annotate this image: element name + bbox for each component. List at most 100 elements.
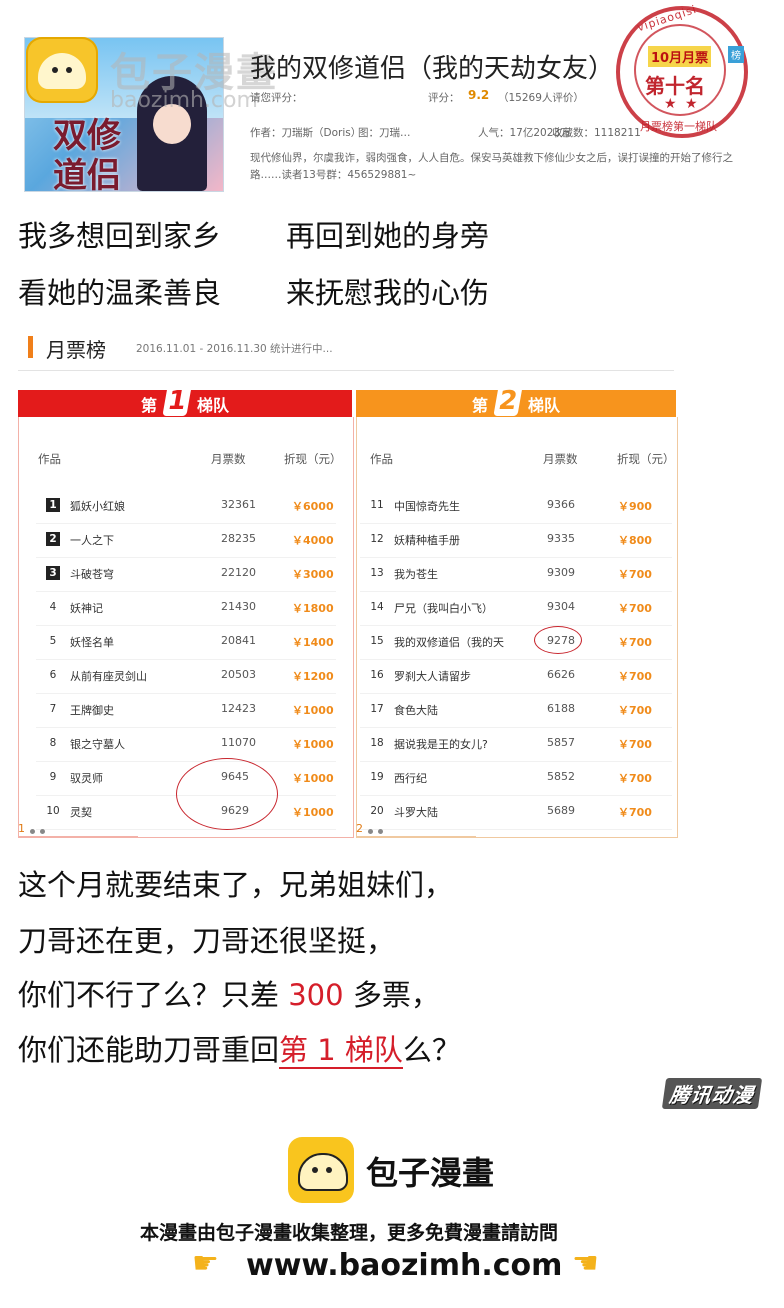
work-title-link[interactable]: 斗破苍穹 xyxy=(70,566,114,582)
tier1-col-work: 作品 xyxy=(38,452,61,466)
rank-number: 1 xyxy=(46,498,60,512)
cash-value: ￥6000 xyxy=(292,500,334,513)
vote-count: 20841 xyxy=(221,634,256,647)
table-row[interactable]: 18 据说我是王的女儿? 5857 ￥700 xyxy=(360,728,672,762)
lyric-line-2a: 看她的温柔善良 xyxy=(18,276,222,310)
baozi-logo-icon[interactable] xyxy=(288,1137,354,1203)
vote-count: 6188 xyxy=(547,702,575,715)
work-title-link[interactable]: 我为苍生 xyxy=(394,566,438,582)
work-title-link[interactable]: 妖怪名单 xyxy=(70,634,114,650)
table-row[interactable]: 4 妖神记 21430 ￥1800 xyxy=(36,592,336,626)
commentary-line-2: 刀哥还在更，刀哥还很坚挺， xyxy=(18,924,396,958)
work-title-link[interactable]: 斗罗大陆 xyxy=(394,804,438,820)
book-author[interactable]: 作者：刀瑞斯（Doris） xyxy=(250,125,361,140)
work-title-link[interactable]: 食色大陆 xyxy=(394,702,438,718)
footer-note: 本漫畫由包子漫畫收集整理，更多免費漫畫請訪問 xyxy=(140,1222,559,1244)
commentary-line-3-post: 多票， xyxy=(352,978,440,1012)
table-row[interactable]: 12 妖精种植手册 9335 ￥800 xyxy=(360,524,672,558)
ranking-accent-bar xyxy=(28,336,33,358)
vote-count: 11070 xyxy=(221,736,256,749)
tier1-col-votes: 月票数 xyxy=(211,452,246,466)
work-title-link[interactable]: 妖神记 xyxy=(70,600,103,616)
watermark-logo-icon xyxy=(26,37,98,103)
tier1-col-cash: 折现（元） xyxy=(284,452,342,466)
table-row[interactable]: 14 尸兄（我叫白小飞） 9304 ￥700 xyxy=(360,592,672,626)
table-row[interactable]: 19 西行纪 5852 ￥700 xyxy=(360,762,672,796)
work-title-link[interactable]: 中国惊奇先生 xyxy=(394,498,460,514)
cash-value: ￥700 xyxy=(618,602,652,615)
book-favorites: 收藏数：1118211 xyxy=(552,127,641,139)
work-title-link[interactable]: 西行纪 xyxy=(394,770,427,786)
tier1-page-number[interactable]: 1 xyxy=(18,822,25,835)
cash-value: ￥700 xyxy=(618,704,652,717)
tier2-col-work: 作品 xyxy=(370,452,393,466)
tier2-col-cash: 折现（元） xyxy=(617,452,675,466)
pointing-hand-left-icon: ☛ xyxy=(572,1246,599,1281)
cash-value: ￥700 xyxy=(618,670,652,683)
cash-value: ￥1000 xyxy=(292,738,334,751)
ranking-title: 月票榜 xyxy=(46,338,106,362)
rank-number: 9 xyxy=(49,771,57,783)
commentary-line-1: 这个月就要结束了，兄弟姐妹们， xyxy=(18,868,454,902)
cover-title: 双修道侣 xyxy=(53,116,121,192)
table-row[interactable]: 3 斗破苍穹 22120 ￥3000 xyxy=(36,558,336,592)
stamp-badge: 榜 xyxy=(728,46,744,63)
work-title-link[interactable]: 据说我是王的女儿? xyxy=(394,736,488,752)
tier2-page-number[interactable]: 2 xyxy=(356,822,363,835)
stamp-month: 10月月票 xyxy=(648,46,712,67)
tier1-header: 第 1 梯队 xyxy=(18,385,352,417)
tier1-page-dot-icon-2 xyxy=(40,829,45,834)
rank-number: 4 xyxy=(49,601,57,613)
cash-value: ￥700 xyxy=(618,772,652,785)
table-row[interactable]: 1 狐妖小红娘 32361 ￥6000 xyxy=(36,490,336,524)
vote-count: 9335 xyxy=(547,532,575,545)
rank-number: 8 xyxy=(49,737,57,749)
book-artist[interactable]: 图：刀瑞… xyxy=(358,125,411,140)
work-title-link[interactable]: 一人之下 xyxy=(70,532,114,548)
cash-value: ￥1000 xyxy=(292,704,334,717)
rank-number: 5 xyxy=(49,635,57,647)
footer-url-link[interactable]: www.baozimh.com xyxy=(246,1248,562,1283)
table-row[interactable]: 6 从前有座灵剑山 20503 ￥1200 xyxy=(36,660,336,694)
cash-value: ￥3000 xyxy=(292,568,334,581)
table-row[interactable]: 8 银之守墓人 11070 ￥1000 xyxy=(36,728,336,762)
table-row[interactable]: 11 中国惊奇先生 9366 ￥900 xyxy=(360,490,672,524)
work-title-link[interactable]: 尸兄（我叫白小飞） xyxy=(394,600,493,616)
work-title-link[interactable]: 从前有座灵剑山 xyxy=(70,668,147,684)
tier2-header: 第 2 梯队 xyxy=(356,385,676,417)
book-title[interactable]: 我的双修道侣（我的天劫女友） xyxy=(250,48,614,85)
table-row[interactable]: 15 我的双修道侣（我的天 9278 ￥700 xyxy=(360,626,672,660)
rating-label[interactable]: 请您评分： xyxy=(250,90,303,105)
work-title-link[interactable]: 灵契 xyxy=(70,804,92,820)
table-row[interactable]: 2 一人之下 28235 ￥4000 xyxy=(36,524,336,558)
rank-number: 3 xyxy=(46,566,60,580)
highlight-circle-tier2 xyxy=(534,626,582,654)
vote-count: 20503 xyxy=(221,668,256,681)
stamp-bottom-text: 月票榜第一梯队 xyxy=(640,120,717,133)
vote-count: 32361 xyxy=(221,498,256,511)
table-row[interactable]: 16 罗刹大人请留步 6626 ￥700 xyxy=(360,660,672,694)
work-title-link[interactable]: 我的双修道侣（我的天 xyxy=(394,634,504,650)
work-title-link[interactable]: 银之守墓人 xyxy=(70,736,125,752)
table-row[interactable]: 20 斗罗大陆 5689 ￥700 xyxy=(360,796,672,830)
tier2-footer-bar xyxy=(356,836,476,838)
ranking-period: 2016.11.01 - 2016.11.30 统计进行中... xyxy=(136,343,333,355)
table-row[interactable]: 5 妖怪名单 20841 ￥1400 xyxy=(36,626,336,660)
vote-count: 12423 xyxy=(221,702,256,715)
work-title-link[interactable]: 狐妖小红娘 xyxy=(70,498,125,514)
table-row[interactable]: 13 我为苍生 9309 ￥700 xyxy=(360,558,672,592)
footer-brand[interactable]: 包子漫畫 xyxy=(366,1148,494,1194)
vote-count: 5689 xyxy=(547,804,575,817)
work-title-link[interactable]: 驭灵师 xyxy=(70,770,103,786)
rank-number: 16 xyxy=(370,669,384,681)
table-row[interactable]: 7 王牌御史 12423 ￥1000 xyxy=(36,694,336,728)
table-row[interactable]: 17 食色大陆 6188 ￥700 xyxy=(360,694,672,728)
stamp-stars-icon: ★ ★ xyxy=(664,96,700,112)
vote-count: 9309 xyxy=(547,566,575,579)
commentary-line-4-pre: 你们还能助刀哥重回 xyxy=(18,1033,280,1067)
work-title-link[interactable]: 罗刹大人请留步 xyxy=(394,668,471,684)
commentary-vote-gap: 300 xyxy=(288,978,344,1012)
work-title-link[interactable]: 妖精种植手册 xyxy=(394,532,460,548)
commentary-tier-highlight: 第 1 梯队 xyxy=(279,1033,403,1069)
work-title-link[interactable]: 王牌御史 xyxy=(70,702,114,718)
